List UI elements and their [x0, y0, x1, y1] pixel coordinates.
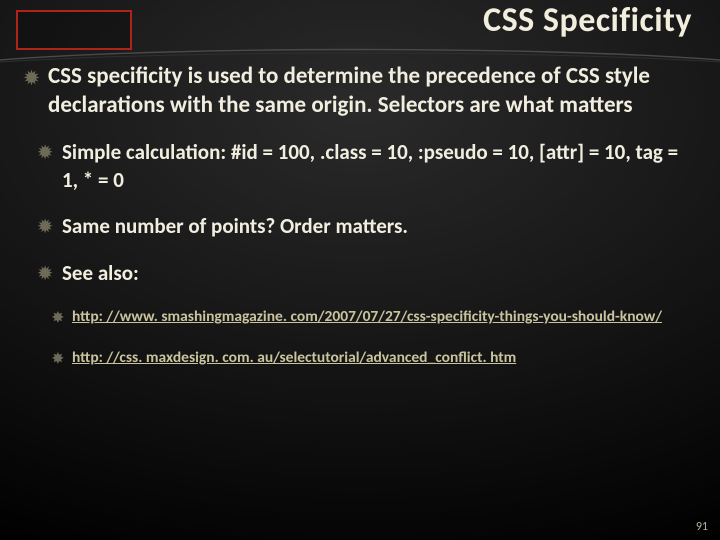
burst-icon: ✹: [38, 263, 52, 286]
bullet-level2-calculation: ✹ Simple calculation: #id = 100, .class …: [38, 138, 696, 195]
link-text[interactable]: http: //www. smashingmagazine. com/2007/…: [72, 307, 662, 326]
bullet-level1: ✹ CSS specificity is used to determine t…: [24, 62, 696, 120]
logo-placeholder: [16, 10, 132, 50]
bullet-level2-seealso: ✹ See also:: [38, 259, 696, 287]
burst-icon: ✹: [38, 142, 52, 165]
bullet-text: CSS specificity is used to determine the…: [48, 62, 650, 119]
link-text[interactable]: http: //css. maxdesign. com. au/selectut…: [72, 348, 516, 367]
star-icon: ✸: [52, 348, 64, 370]
slide: CSS Specificity ✹ CSS specificity is use…: [0, 0, 720, 540]
burst-icon: ✹: [38, 216, 52, 239]
bullet-text: Same number of points? Order matters.: [62, 213, 408, 239]
slide-title: CSS Specificity: [483, 0, 692, 41]
star-icon: ✸: [52, 307, 64, 329]
page-number: 91: [696, 520, 708, 534]
bullet-level3-link2: ✸ http: //css. maxdesign. com. au/select…: [52, 346, 696, 371]
bullet-text: Simple calculation: #id = 100, .class = …: [62, 139, 678, 193]
bullet-level3-link1: ✸ http: //www. smashingmagazine. com/200…: [52, 305, 696, 330]
burst-icon: ✹: [24, 67, 39, 90]
bullet-text: See also:: [62, 260, 139, 286]
content-area: ✹ CSS specificity is used to determine t…: [24, 62, 696, 522]
bullet-level2-order: ✹ Same number of points? Order matters.: [38, 212, 696, 240]
